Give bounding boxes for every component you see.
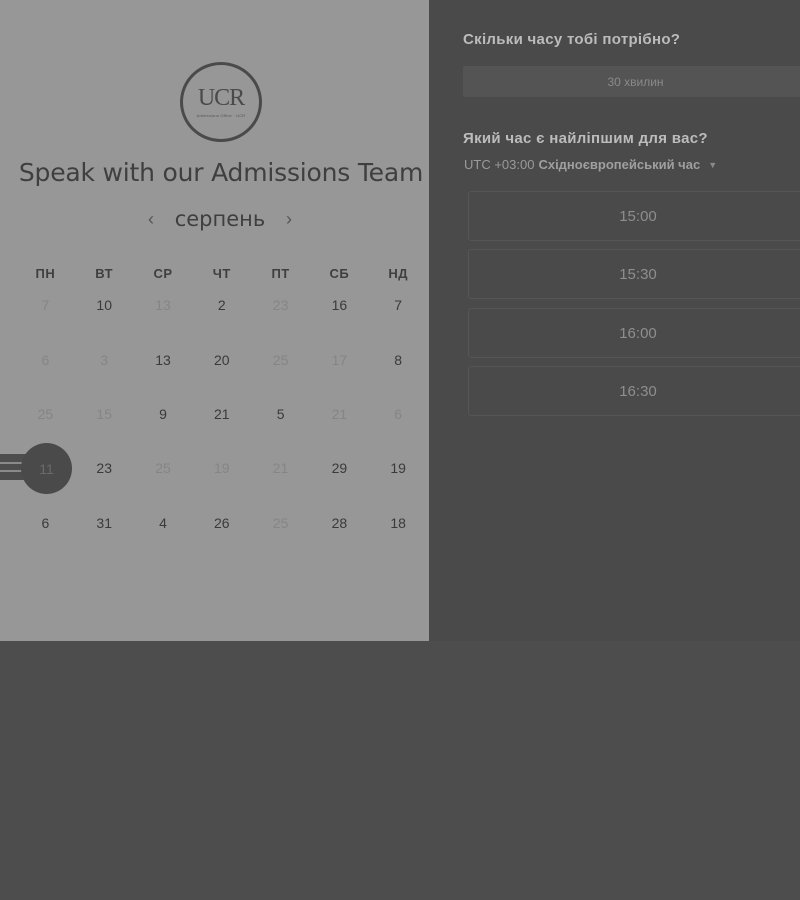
calendar-day[interactable]: 9 — [134, 406, 193, 422]
calendar-day: 7 — [41, 297, 50, 313]
logo-mark: UCR — [197, 85, 245, 111]
calendar-day: 23 — [272, 297, 289, 313]
chevron-left-icon[interactable]: ‹ — [140, 208, 162, 230]
calendar-day: 25 — [272, 352, 289, 368]
timezone-name: Східноєвропейський час — [538, 157, 701, 172]
calendar-day[interactable]: 6 — [16, 515, 75, 531]
weekday-label: ЧТ — [212, 266, 231, 281]
month-navigation: ‹ серпень › — [140, 205, 300, 233]
calendar-day: 25 — [272, 515, 289, 531]
calendar-day: 6 — [41, 352, 50, 368]
calendar-day[interactable]: 19 — [369, 460, 428, 476]
calendar-day: 3 — [100, 352, 109, 368]
time-slot[interactable]: 16:30 — [468, 366, 800, 416]
logo-tagline: Admissions Office · UCR — [196, 113, 246, 118]
backdrop — [0, 641, 800, 900]
calendar-day: 25 — [155, 460, 171, 476]
calendar-panel: UCR Admissions Office · UCR Speak with o… — [0, 0, 429, 641]
calendar-day: 17 — [331, 352, 348, 368]
calendar-day: 19 — [214, 460, 230, 476]
weekday-label: ПН — [35, 266, 56, 281]
calendar-day: 25 — [37, 406, 54, 422]
calendar-day: 13 — [155, 297, 171, 313]
timezone-selector[interactable]: UTC +03:00 Східноєвропейський час ▼ — [464, 157, 717, 172]
weekday-label: ПТ — [271, 266, 290, 281]
calendar-day: 21 — [331, 406, 348, 422]
calendar-day[interactable]: 4 — [134, 515, 193, 531]
weekday-label: СР — [153, 266, 173, 281]
calendar-day[interactable]: 31 — [75, 515, 134, 531]
calendar-day[interactable]: 23 — [75, 460, 134, 476]
ucr-logo: UCR Admissions Office · UCR — [180, 62, 262, 142]
calendar-day[interactable]: 8 — [369, 352, 428, 368]
calendar-week-row: 7 10 13 2 23 16 7 — [16, 297, 428, 313]
page-title: Speak with our Admissions Team — [18, 158, 424, 187]
month-label: серпень — [174, 207, 266, 231]
weekday-header: ПН ВТ СР ЧТ ПТ СБ НД — [16, 266, 428, 281]
time-slot[interactable]: 16:00 — [468, 308, 800, 358]
timezone-offset: UTC +03:00 — [464, 157, 535, 172]
weekday-label: СБ — [329, 266, 350, 281]
time-slot[interactable]: 15:00 — [468, 191, 800, 241]
calendar-day: 21 — [272, 460, 289, 476]
calendar-day[interactable]: 28 — [310, 515, 369, 531]
calendar-day: 15 — [96, 406, 112, 422]
calendar-day[interactable]: 13 — [134, 352, 193, 368]
caret-down-icon: ▼ — [708, 159, 718, 170]
calendar-day[interactable]: 20 — [192, 352, 251, 368]
calendar-day[interactable]: 26 — [192, 515, 251, 531]
chevron-right-icon[interactable]: › — [278, 208, 300, 230]
duration-option[interactable]: 30 хвилин — [463, 66, 800, 97]
weekday-label: ВТ — [95, 266, 114, 281]
calendar-day[interactable]: 7 — [369, 297, 428, 313]
calendar-week-row: 25 15 9 21 5 21 6 — [16, 406, 428, 422]
calendar-week-row: 6 31 4 26 25 28 18 — [16, 515, 428, 531]
calendar-day[interactable]: 10 — [75, 297, 134, 313]
time-question: Який час є найліпшим для вас? — [463, 130, 708, 147]
calendar-day[interactable]: 18 — [369, 515, 428, 531]
calendar-day[interactable]: 29 — [310, 460, 369, 476]
calendar-day[interactable]: 5 — [251, 406, 310, 422]
weekday-label: НД — [388, 266, 408, 281]
duration-question: Скільки часу тобі потрібно? — [463, 31, 681, 48]
calendar-day: 6 — [394, 406, 403, 422]
calendar-week-row: 6 3 13 20 25 17 8 — [16, 352, 428, 368]
calendar-day[interactable]: 2 — [192, 297, 251, 313]
calendar-week-row: 11232519212919 — [16, 460, 428, 476]
calendar-day[interactable]: 21 — [192, 406, 251, 422]
calendar-day[interactable]: 16 — [310, 297, 369, 313]
time-slot[interactable]: 15:30 — [468, 249, 800, 299]
